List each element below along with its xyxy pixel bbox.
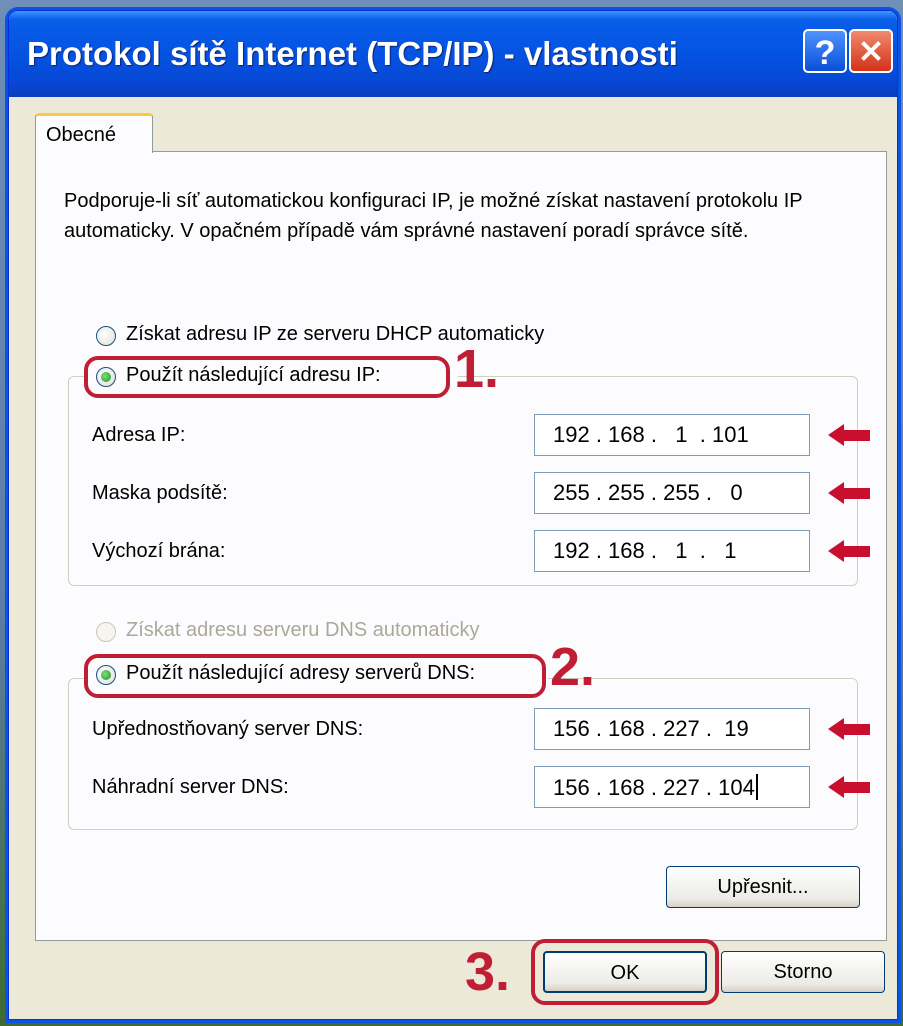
annotation-highlight-2 xyxy=(84,654,546,698)
alternate-dns-value: 156 . 168 . 227 . 104 xyxy=(553,775,755,800)
annotation-highlight-1 xyxy=(84,356,450,398)
tab-general[interactable]: Obecné xyxy=(35,113,153,153)
tcpip-properties-dialog: Protokol sítě Internet (TCP/IP) - vlastn… xyxy=(8,10,898,1020)
advanced-button[interactable]: Upřesnit... xyxy=(666,866,860,908)
description-text: Podporuje-li síť automatickou konfigurac… xyxy=(64,190,803,242)
cancel-button[interactable]: Storno xyxy=(721,951,885,993)
alternate-dns-field[interactable]: 156 . 168 . 227 . 104 xyxy=(534,766,810,808)
alternate-dns-label: Náhradní server DNS: xyxy=(92,776,289,798)
annotation-step-3: 3. xyxy=(465,942,511,1002)
annotation-step-2: 2. xyxy=(550,637,596,697)
arrow-icon xyxy=(828,482,872,504)
text-cursor xyxy=(755,774,758,800)
subnet-mask-label: Maska podsítě: xyxy=(92,482,228,504)
arrow-icon xyxy=(828,776,872,798)
radio-dns-auto[interactable] xyxy=(96,622,116,642)
arrow-icon xyxy=(828,540,872,562)
title-bar: Protokol sítě Internet (TCP/IP) - vlastn… xyxy=(9,11,897,97)
radio-dns-auto-label[interactable]: Získat adresu serveru DNS automaticky xyxy=(126,619,479,642)
subnet-mask-field[interactable]: 255 . 255 . 255 . 0 xyxy=(534,472,810,514)
ip-address-field[interactable]: 192 . 168 . 1 . 101 xyxy=(534,414,810,456)
arrow-icon xyxy=(828,718,872,740)
annotation-step-1: 1. xyxy=(454,339,500,399)
preferred-dns-label: Upřednostňovaný server DNS: xyxy=(92,718,364,740)
help-button[interactable]: ? xyxy=(803,29,847,73)
radio-ip-auto[interactable] xyxy=(96,326,116,346)
window-title: Protokol sítě Internet (TCP/IP) - vlastn… xyxy=(27,35,678,72)
ip-address-label: Adresa IP: xyxy=(92,424,186,446)
close-button[interactable] xyxy=(849,29,893,73)
gateway-label: Výchozí brána: xyxy=(92,540,226,562)
annotation-highlight-3 xyxy=(531,939,719,1005)
preferred-dns-field[interactable]: 156 . 168 . 227 . 19 xyxy=(534,708,810,750)
arrow-icon xyxy=(828,424,872,446)
gateway-field[interactable]: 192 . 168 . 1 . 1 xyxy=(534,530,810,572)
general-tab-panel: Podporuje-li síť automatickou konfigurac… xyxy=(35,151,887,941)
